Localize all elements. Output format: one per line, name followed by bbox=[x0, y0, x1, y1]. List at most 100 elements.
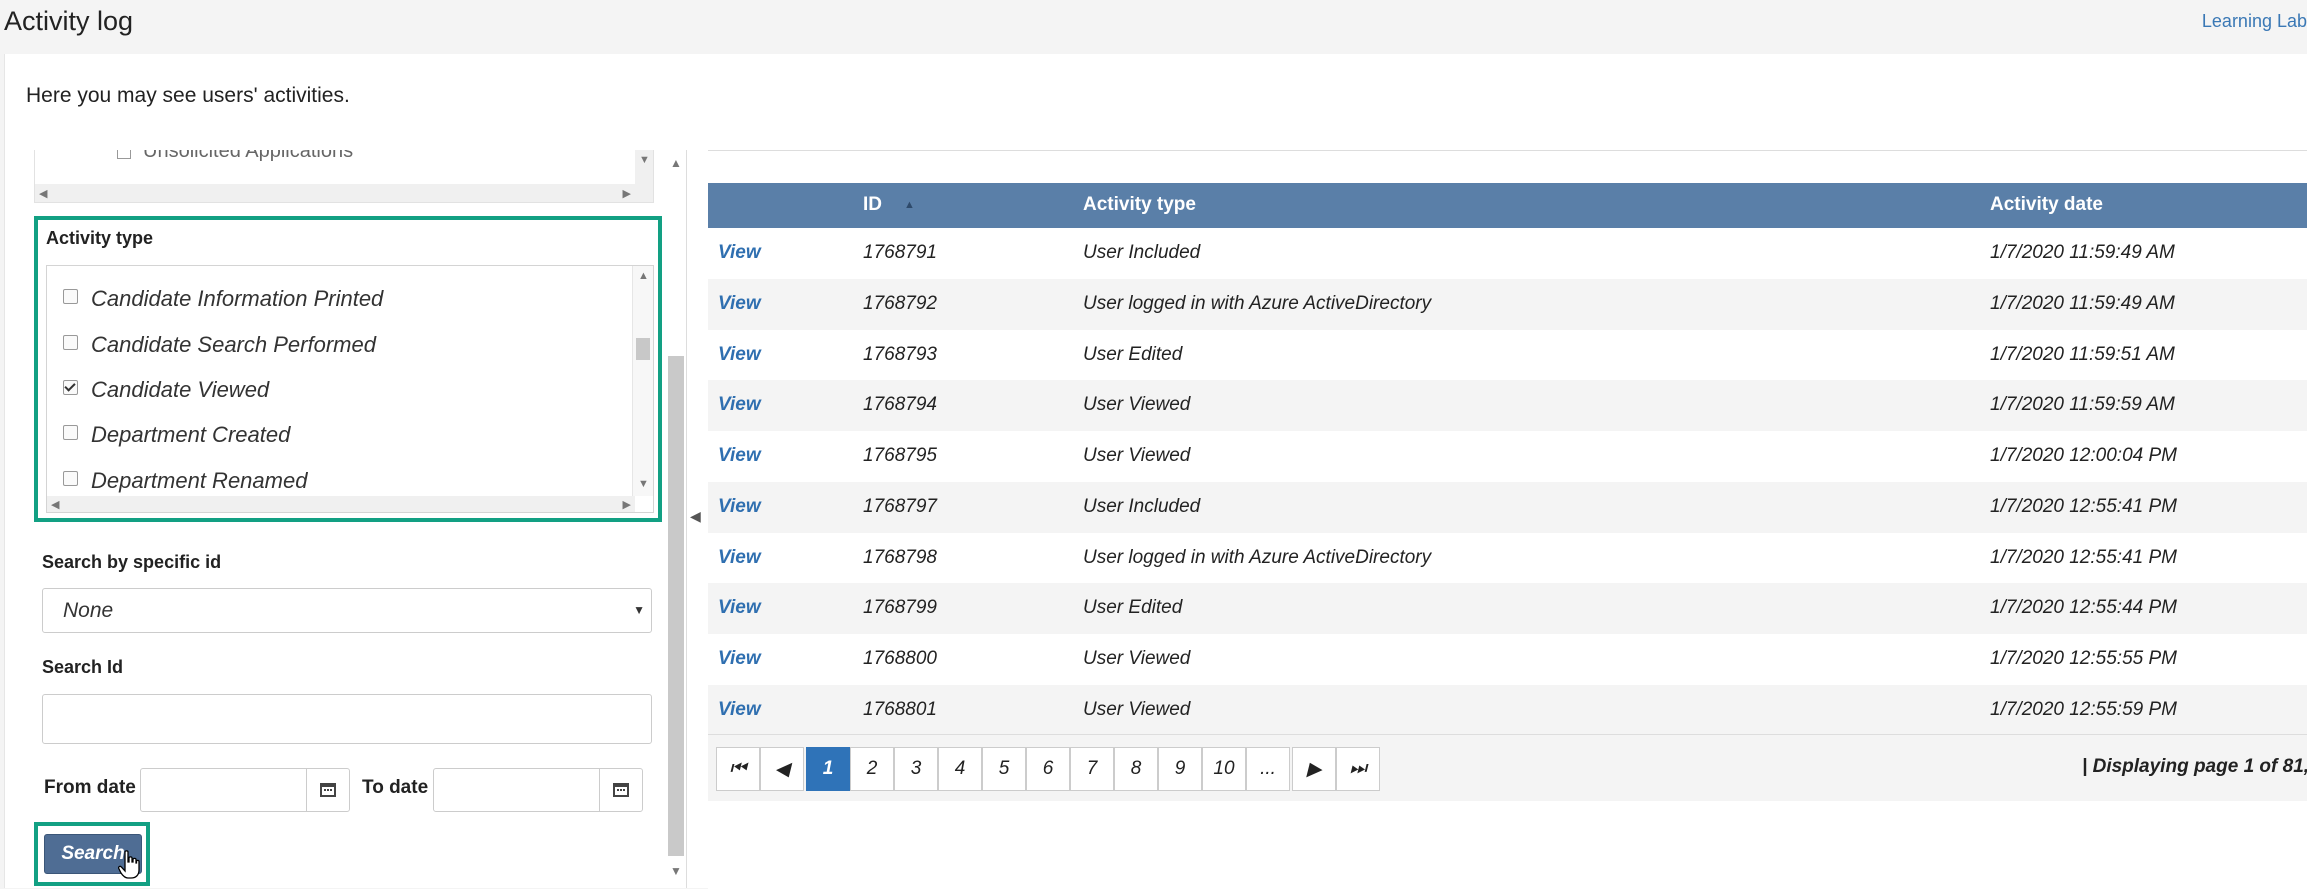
cell-id: 1768792 bbox=[863, 292, 937, 314]
tree-horizontal-scrollbar[interactable]: ◀ ▶ bbox=[35, 184, 635, 202]
column-header-activity-date[interactable]: Activity date bbox=[1990, 194, 2103, 216]
view-link[interactable]: View bbox=[718, 242, 761, 264]
cell-activity-type: User Edited bbox=[1083, 597, 1183, 619]
cell-activity-type: User Included bbox=[1083, 495, 1201, 517]
table-row: View 1768794 User Viewed 1/7/2020 11:59:59 … bbox=[708, 380, 2307, 432]
cell-activity-type: User Viewed bbox=[1083, 445, 1191, 466]
cell-activity-date: 1/7/2020 12:00:04 PM bbox=[1990, 445, 2177, 466]
activity-type-list[interactable]: ▲ ▼ ◀ ▶ Candidate Information Printed Can… bbox=[46, 265, 654, 513]
view-link[interactable]: View bbox=[718, 699, 761, 721]
tree-vertical-scrollbar[interactable]: ▼ bbox=[635, 150, 653, 202]
checkbox[interactable] bbox=[63, 335, 78, 350]
to-date-input[interactable] bbox=[433, 768, 643, 812]
chevron-down-icon: ▼ bbox=[633, 603, 645, 617]
page-button[interactable]: 5 bbox=[982, 747, 1026, 791]
checkbox[interactable] bbox=[63, 289, 78, 304]
activity-list-horizontal-scrollbar[interactable]: ◀ ▶ bbox=[47, 496, 635, 512]
page-button[interactable]: 6 bbox=[1026, 747, 1070, 791]
cell-id: 1768793 bbox=[863, 343, 937, 365]
expand-icon bbox=[117, 150, 131, 159]
cell-activity-type: User Included bbox=[1083, 242, 1201, 263]
left-panel-scroll-thumb[interactable] bbox=[668, 356, 684, 856]
view-link[interactable]: View bbox=[718, 597, 761, 619]
cell-activity-type: User Viewed bbox=[1083, 394, 1191, 416]
view-link[interactable]: View bbox=[718, 344, 761, 366]
page-button[interactable]: 1 bbox=[806, 747, 850, 791]
table-row: View 1768793 User Edited 1/7/2020 11:59:51 … bbox=[708, 330, 2307, 381]
page-button[interactable]: 7 bbox=[1070, 747, 1114, 791]
grid-header: ID ▲ Activity type Activity date bbox=[708, 183, 2307, 228]
view-link[interactable]: View bbox=[718, 648, 761, 670]
activity-type-option[interactable]: Department Created bbox=[63, 422, 290, 448]
collapse-panel-icon[interactable]: ◀ bbox=[690, 508, 701, 525]
checkbox[interactable] bbox=[63, 425, 78, 440]
column-header-id[interactable]: ID ▲ bbox=[863, 194, 915, 216]
next-page-button[interactable]: ▶ bbox=[1292, 747, 1336, 791]
cell-activity-date: 1/7/2020 11:59:59 AM bbox=[1990, 394, 2175, 416]
page-title: Activity log bbox=[4, 6, 134, 36]
view-link[interactable]: View bbox=[718, 293, 761, 315]
activity-type-option[interactable]: Candidate Viewed bbox=[63, 377, 269, 403]
search-by-id-select[interactable]: None ▼ bbox=[42, 588, 652, 633]
page-button[interactable]: 4 bbox=[938, 747, 982, 791]
table-row: View 1768791 User Included 1/7/2020 11:59:4… bbox=[708, 228, 2307, 279]
checkbox[interactable] bbox=[63, 471, 78, 486]
table-row: View 1768797 User Included 1/7/2020 12:55:4… bbox=[708, 481, 2307, 533]
table-row: View 1768798 User logged in with Azure Act… bbox=[708, 533, 2307, 584]
page-button[interactable]: 3 bbox=[894, 747, 938, 791]
page-button[interactable]: 10 bbox=[1202, 747, 1246, 791]
cell-activity-date: 1/7/2020 11:59:49 AM bbox=[1990, 242, 2175, 263]
calendar-icon bbox=[320, 783, 336, 797]
scroll-up-icon: ▲ bbox=[638, 270, 649, 282]
to-date-calendar-button[interactable] bbox=[599, 769, 642, 811]
table-row: View 1768792 User logged in with Azure Act… bbox=[708, 278, 2307, 330]
from-date-label: From date bbox=[44, 777, 136, 798]
first-page-button[interactable]: ⏮ bbox=[716, 747, 760, 791]
activity-type-option[interactable]: Candidate Search Performed bbox=[63, 332, 376, 358]
cell-id: 1768794 bbox=[863, 394, 937, 416]
view-link[interactable]: View bbox=[718, 496, 761, 518]
column-header-activity-type[interactable]: Activity type bbox=[1083, 194, 1196, 216]
org-link[interactable]: Learning Lab bbox=[2202, 11, 2307, 32]
scroll-down-icon: ▼ bbox=[639, 154, 650, 166]
page-button[interactable]: 8 bbox=[1114, 747, 1158, 791]
activity-list-vertical-scrollbar[interactable]: ▲ ▼ bbox=[632, 266, 653, 496]
scroll-thumb[interactable] bbox=[636, 338, 650, 360]
cell-id: 1768791 bbox=[863, 242, 937, 263]
option-label: Department Created bbox=[91, 422, 291, 447]
table-row: View 1768795 User Viewed 1/7/2020 12:00:04 … bbox=[708, 431, 2307, 482]
from-date-calendar-button[interactable] bbox=[306, 769, 349, 811]
cell-activity-type: User Edited bbox=[1083, 343, 1183, 365]
table-row: View 1768801 User Viewed 1/7/2020 12:55:59 … bbox=[708, 684, 2307, 736]
previous-page-button[interactable]: ◀ bbox=[760, 747, 804, 791]
search-id-input[interactable] bbox=[42, 694, 652, 744]
scroll-right-icon: ▶ bbox=[622, 188, 631, 200]
from-date-input[interactable] bbox=[140, 768, 350, 812]
activity-type-option[interactable]: Candidate Information Printed bbox=[63, 286, 383, 312]
pager: | Displaying page 1 of 81, i ⏮ ◀ 1 2 3 4 5 6 7 8 9… bbox=[708, 734, 2307, 801]
page-button[interactable]: 2 bbox=[850, 747, 894, 791]
page-button[interactable]: ... bbox=[1246, 747, 1290, 791]
scroll-down-icon: ▼ bbox=[670, 864, 682, 878]
last-page-button[interactable]: ⏭ bbox=[1336, 747, 1380, 791]
activity-type-option[interactable]: Department Renamed bbox=[63, 468, 307, 494]
checkbox[interactable] bbox=[63, 380, 78, 395]
view-link[interactable]: View bbox=[718, 445, 761, 467]
pager-info: | Displaying page 1 of 81, i bbox=[2082, 756, 2307, 777]
cell-id: 1768797 bbox=[863, 495, 937, 517]
cell-activity-type: User Viewed bbox=[1083, 648, 1191, 669]
tree-item[interactable]: Unsolicited Applications bbox=[117, 150, 353, 163]
scroll-left-icon: ◀ bbox=[39, 188, 48, 200]
department-tree[interactable]: Unsolicited Applications ▼ ◀ ▶ bbox=[34, 150, 654, 203]
top-bar: Activity log Learning Lab bbox=[0, 0, 2307, 50]
activity-type-label: Activity type bbox=[46, 228, 154, 248]
select-value: None bbox=[63, 599, 114, 622]
cell-activity-date: 1/7/2020 12:55:55 PM bbox=[1990, 648, 2177, 669]
table-row: View 1768799 User Edited 1/7/2020 12:55:44 … bbox=[708, 583, 2307, 635]
cell-activity-type: User logged in with Azure ActiveDirector… bbox=[1083, 292, 1432, 314]
view-link[interactable]: View bbox=[718, 394, 761, 416]
page-button[interactable]: 9 bbox=[1158, 747, 1202, 791]
to-date-label: To date bbox=[362, 777, 429, 798]
view-link[interactable]: View bbox=[718, 547, 761, 569]
calendar-icon bbox=[613, 783, 629, 797]
